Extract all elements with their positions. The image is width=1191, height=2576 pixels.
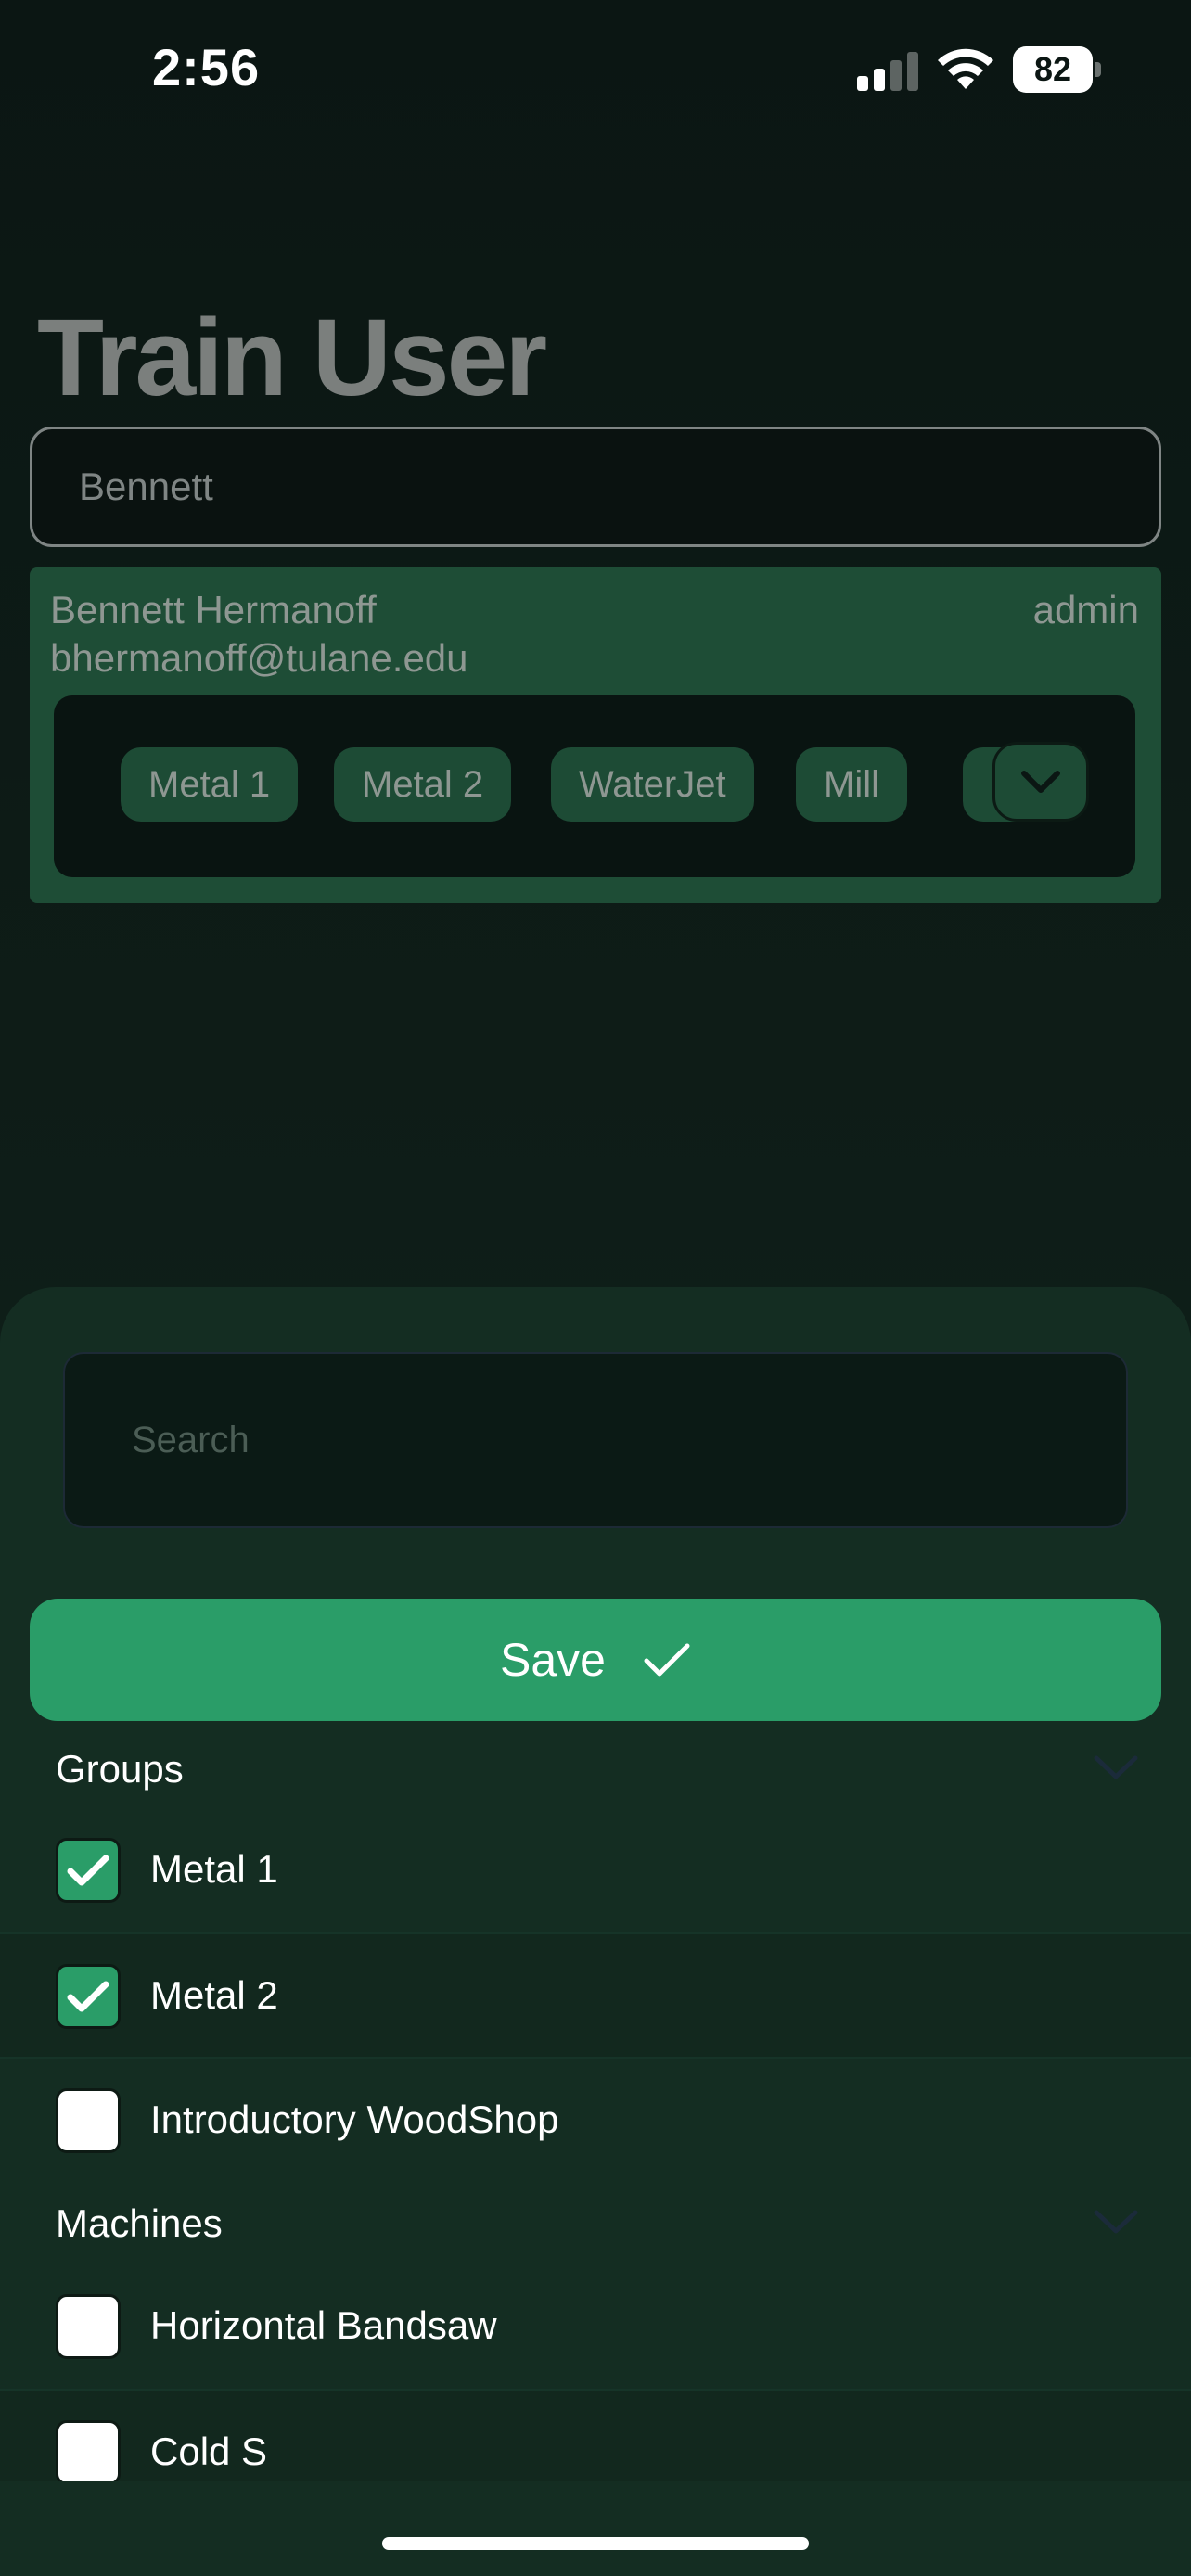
checkbox-unchecked[interactable] [56, 2088, 121, 2153]
home-indicator[interactable] [382, 2537, 809, 2550]
battery-level: 82 [1013, 46, 1093, 93]
checkmark-icon [67, 1855, 109, 1886]
checkbox-unchecked[interactable] [56, 2420, 121, 2485]
checkmark-icon [67, 1981, 109, 2012]
chevron-down-icon [1094, 1755, 1138, 1779]
list-item[interactable]: Metal 1 [0, 1808, 1191, 1932]
battery-tip [1095, 62, 1101, 77]
bottom-sheet: Search Save Groups Metal 1 Metal 2 Intro [0, 1287, 1191, 2576]
cellular-signal-icon [857, 52, 918, 91]
list-item[interactable]: Metal 2 [0, 1932, 1191, 2057]
machines-section-header[interactable]: Machines [0, 2181, 1191, 2264]
checkbox-checked[interactable] [56, 1838, 121, 1903]
list-item-label: Cold S [150, 2429, 268, 2473]
checkbox-unchecked[interactable] [56, 2294, 121, 2359]
save-button-label: Save [500, 1634, 606, 1686]
tag-chip: Mill [796, 747, 907, 822]
tag-chip: Metal 1 [121, 747, 299, 822]
section-label: Groups [56, 1747, 184, 1791]
sheet-bottom-mask [0, 2481, 1191, 2576]
groups-section-header[interactable]: Groups [0, 1727, 1191, 1810]
user-role-badge: admin [1032, 588, 1139, 631]
list-item[interactable]: Horizontal Bandsaw [0, 2264, 1191, 2389]
list-item-label: Introductory WoodShop [150, 2098, 559, 2141]
user-email: bhermanoff@tulane.edu [50, 636, 468, 680]
expand-tags-button[interactable] [992, 742, 1089, 822]
list-item-label: Metal 2 [150, 1973, 278, 2017]
battery-icon: 82 [1013, 46, 1102, 93]
status-time: 2:56 [152, 38, 261, 96]
section-label: Machines [56, 2201, 223, 2245]
checkmark-icon [644, 1643, 690, 1677]
list-item[interactable]: Introductory WoodShop [0, 2057, 1191, 2181]
sheet-search-input[interactable]: Search [63, 1352, 1128, 1528]
checkbox-checked[interactable] [56, 1964, 121, 2029]
status-bar: 2:56 82 [0, 0, 1191, 139]
user-name: Bennett Hermanoff [50, 588, 377, 631]
chevron-down-icon [1021, 771, 1060, 793]
training-tags-container: Metal 1 Metal 2 WaterJet Mill L [54, 695, 1135, 877]
list-item-label: Horizontal Bandsaw [150, 2303, 497, 2347]
page-title: Train User [37, 297, 547, 419]
wifi-icon [938, 48, 993, 89]
user-result-card[interactable]: Bennett Hermanoff bhermanoff@tulane.edu … [30, 567, 1161, 903]
chevron-down-icon [1094, 2210, 1138, 2234]
user-search-input[interactable]: Bennett [30, 427, 1161, 547]
tag-chip: WaterJet [551, 747, 754, 822]
tag-chip: Metal 2 [334, 747, 512, 822]
list-item-label: Metal 1 [150, 1847, 278, 1891]
save-button[interactable]: Save [30, 1599, 1161, 1721]
